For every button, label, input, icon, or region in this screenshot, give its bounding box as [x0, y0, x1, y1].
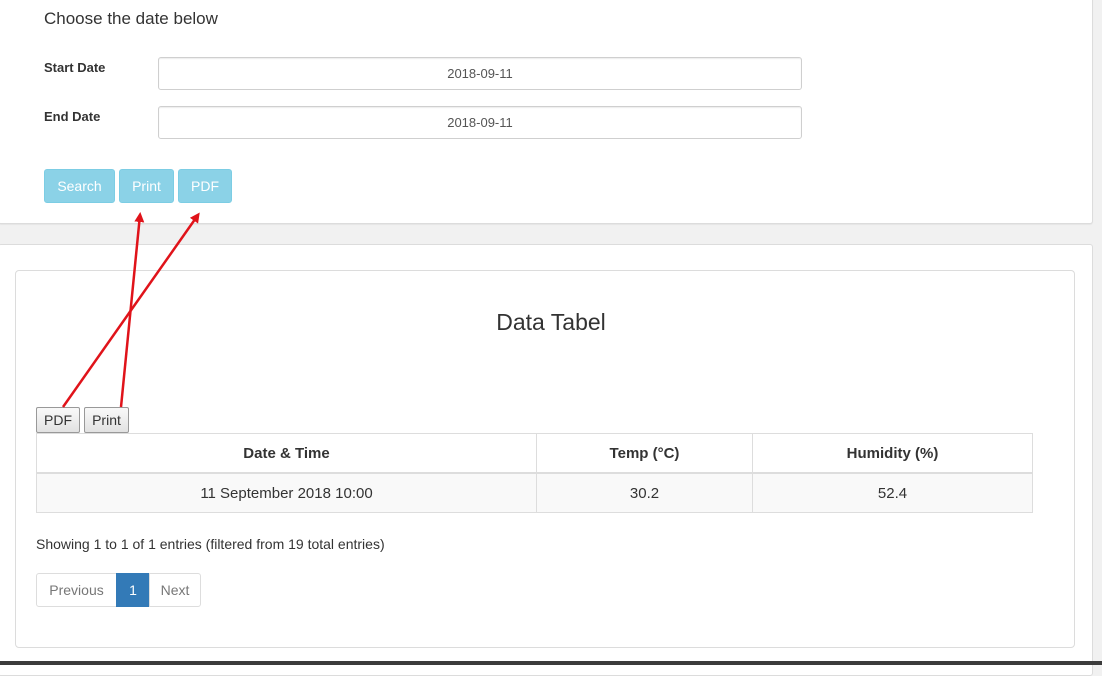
arrow-print-to-print [119, 212, 145, 408]
annotation-arrows [61, 212, 200, 408]
